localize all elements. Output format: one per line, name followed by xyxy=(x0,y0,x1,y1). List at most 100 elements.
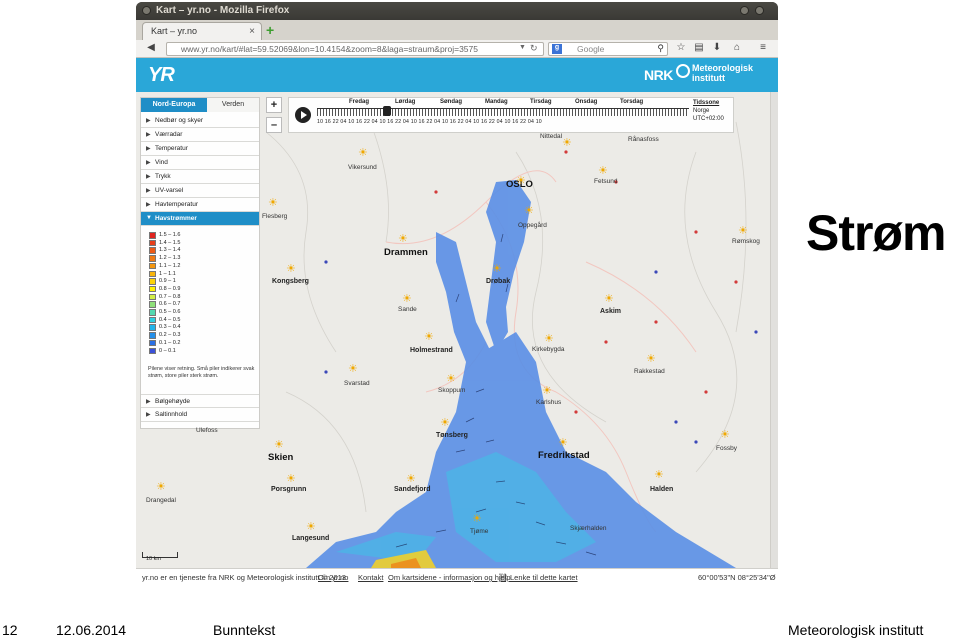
place-label: Skien xyxy=(268,452,294,463)
sun-icon[interactable]: ☀ xyxy=(646,354,656,365)
layer-item-saltinnhold[interactable]: ▶ Saltinnhold xyxy=(141,408,259,422)
timeline-ruler[interactable] xyxy=(317,108,689,116)
sun-icon[interactable]: ☀ xyxy=(286,264,296,275)
layer-item-uv[interactable]: ▶ UV-varsel xyxy=(141,184,259,198)
home-icon[interactable]: ⌂ xyxy=(730,42,744,53)
close-window-icon[interactable] xyxy=(142,6,151,15)
sun-icon[interactable]: ☀ xyxy=(446,374,456,385)
sun-icon[interactable]: ☀ xyxy=(516,176,526,187)
place-label: Fredrikstad xyxy=(538,450,590,461)
maximize-window-icon[interactable] xyxy=(755,6,764,15)
timezone-box: Tidssone Norge UTC+02:00 xyxy=(693,99,724,123)
met-logo-icon xyxy=(676,64,690,78)
sun-icon[interactable]: ☀ xyxy=(402,294,412,305)
timeline-handle[interactable] xyxy=(383,106,391,116)
layer-item-label: Havstrømmer xyxy=(155,215,197,222)
sun-icon[interactable]: ☀ xyxy=(558,438,568,449)
zoom-out-button[interactable]: – xyxy=(266,117,282,133)
tab-nord-europa[interactable]: Nord-Europa xyxy=(141,98,207,112)
footer-link-kontakt[interactable]: Kontakt xyxy=(358,573,383,582)
slide-page-number: 12 xyxy=(2,622,18,638)
new-tab-icon[interactable]: + xyxy=(266,22,274,38)
timeline: Fredag Lørdag Søndag Mandag Tirsdag Onsd… xyxy=(288,97,734,133)
sun-icon[interactable]: ☀ xyxy=(562,138,572,149)
footer-link-kartsider[interactable]: Om kartsidene - informasjon og hjelp xyxy=(388,573,511,582)
sun-icon[interactable]: ☀ xyxy=(286,474,296,485)
layer-item-temperatur[interactable]: ▶ Temperatur xyxy=(141,142,259,156)
sun-icon[interactable]: ☀ xyxy=(306,522,316,533)
sun-icon[interactable]: ☀ xyxy=(738,226,748,237)
browser-tab[interactable]: Kart – yr.no × xyxy=(142,22,262,40)
play-button[interactable] xyxy=(295,107,311,123)
place-label: Rånasfoss xyxy=(628,136,659,143)
place-label: Askim xyxy=(600,308,622,315)
met-logo[interactable]: Meteorologisk institutt xyxy=(692,63,753,83)
day-label[interactable]: Torsdag xyxy=(620,99,643,105)
sun-icon[interactable]: ☀ xyxy=(398,234,408,245)
day-label[interactable]: Søndag xyxy=(440,99,462,105)
layer-item-nedbor[interactable]: ▶ Nedbør og skyer xyxy=(141,114,259,128)
zoom-in-button[interactable]: + xyxy=(266,97,282,113)
layer-item-havtemperatur[interactable]: ▶ Havtemperatur xyxy=(141,198,259,212)
legend-row: 0.4 – 0.5 xyxy=(149,316,239,325)
page-scrollbar[interactable] xyxy=(770,92,778,568)
search-icon[interactable]: ⚲ xyxy=(657,43,664,54)
menu-icon[interactable]: ≡ xyxy=(756,42,770,53)
map-view[interactable]: Nord-Europa Verden ▶ Nedbør og skyer ▶ Vær… xyxy=(136,92,770,568)
bookmarks-list-icon[interactable]: ▤ xyxy=(692,42,706,53)
url-bar[interactable]: www.yr.no/kart/#lat=59.52069&lon=10.4154… xyxy=(166,42,544,56)
url-text: www.yr.no/kart/#lat=59.52069&lon=10.4154… xyxy=(181,44,478,54)
legend-row: 0.1 – 0.2 xyxy=(149,339,239,348)
layer-item-havstrommer[interactable]: ▼ Havstrømmer xyxy=(141,212,259,226)
day-label[interactable]: Lørdag xyxy=(395,99,415,105)
day-label[interactable]: Fredag xyxy=(349,99,369,105)
sun-icon[interactable]: ☀ xyxy=(440,418,450,429)
window-titlebar: Kart – yr.no - Mozilla Firefox xyxy=(136,2,778,20)
place-label: Drangedal xyxy=(146,497,176,504)
reload-icon[interactable]: ↻ xyxy=(530,43,538,54)
bookmark-star-icon[interactable]: ☆ xyxy=(674,42,688,53)
sun-icon[interactable]: ☀ xyxy=(274,440,284,451)
layer-item-label: Bølgehøyde xyxy=(155,398,191,405)
legend-swatch xyxy=(149,309,156,316)
sun-icon[interactable]: ☀ xyxy=(544,334,554,345)
place-label: Skjærhalden xyxy=(570,525,607,532)
close-tab-icon[interactable]: × xyxy=(249,26,255,37)
download-icon[interactable]: ⬇ xyxy=(710,42,724,53)
sun-icon[interactable]: ☀ xyxy=(492,264,502,275)
sun-icon[interactable]: ☀ xyxy=(524,206,534,217)
sun-icon[interactable]: ☀ xyxy=(424,332,434,343)
back-icon[interactable]: ◀ xyxy=(144,42,158,53)
footer-link-lenke[interactable]: Lenke til dette kartet xyxy=(510,573,578,582)
layer-item-bolgehoyde[interactable]: ▶ Bølgehøyde xyxy=(141,394,259,408)
day-label[interactable]: Onsdag xyxy=(575,99,597,105)
sun-icon[interactable]: ☀ xyxy=(654,470,664,481)
footer-link-om-yr[interactable]: Om yr.no xyxy=(318,573,348,582)
sun-icon[interactable]: ☀ xyxy=(720,430,730,441)
sun-icon[interactable]: ☀ xyxy=(542,386,552,397)
sun-icon[interactable]: ☀ xyxy=(348,364,358,375)
minimize-window-icon[interactable] xyxy=(740,6,749,15)
sun-icon[interactable]: ☀ xyxy=(358,148,368,159)
legend-label: 1.3 – 1.4 xyxy=(159,247,181,254)
day-label[interactable]: Mandag xyxy=(485,99,508,105)
sun-icon[interactable]: ☀ xyxy=(268,198,278,209)
slide-footer-text: Bunntekst xyxy=(213,622,276,638)
sun-icon[interactable]: ☀ xyxy=(472,514,482,525)
sun-icon[interactable]: ☀ xyxy=(598,166,608,177)
sun-icon[interactable]: ☀ xyxy=(406,474,416,485)
url-dropdown-icon[interactable]: ▼ xyxy=(519,44,526,51)
legend-row: 1.2 – 1.3 xyxy=(149,255,239,263)
layer-item-trykk[interactable]: ▶ Trykk xyxy=(141,170,259,184)
layer-item-vind[interactable]: ▶ Vind xyxy=(141,156,259,170)
yr-logo[interactable]: YR xyxy=(148,64,175,87)
sun-icon[interactable]: ☀ xyxy=(156,482,166,493)
tab-verden[interactable]: Verden xyxy=(207,98,259,112)
firefox-window: Kart – yr.no - Mozilla Firefox Kart – yr… xyxy=(136,2,778,584)
nrk-logo[interactable]: NRK xyxy=(644,67,673,83)
layer-item-vaerradar[interactable]: ▶ Værradar xyxy=(141,128,259,142)
search-bar[interactable]: g Google ⚲ xyxy=(548,42,668,56)
day-label[interactable]: Tirsdag xyxy=(530,99,552,105)
sun-icon[interactable]: ☀ xyxy=(604,294,614,305)
met-logo-line2: institutt xyxy=(692,73,725,83)
